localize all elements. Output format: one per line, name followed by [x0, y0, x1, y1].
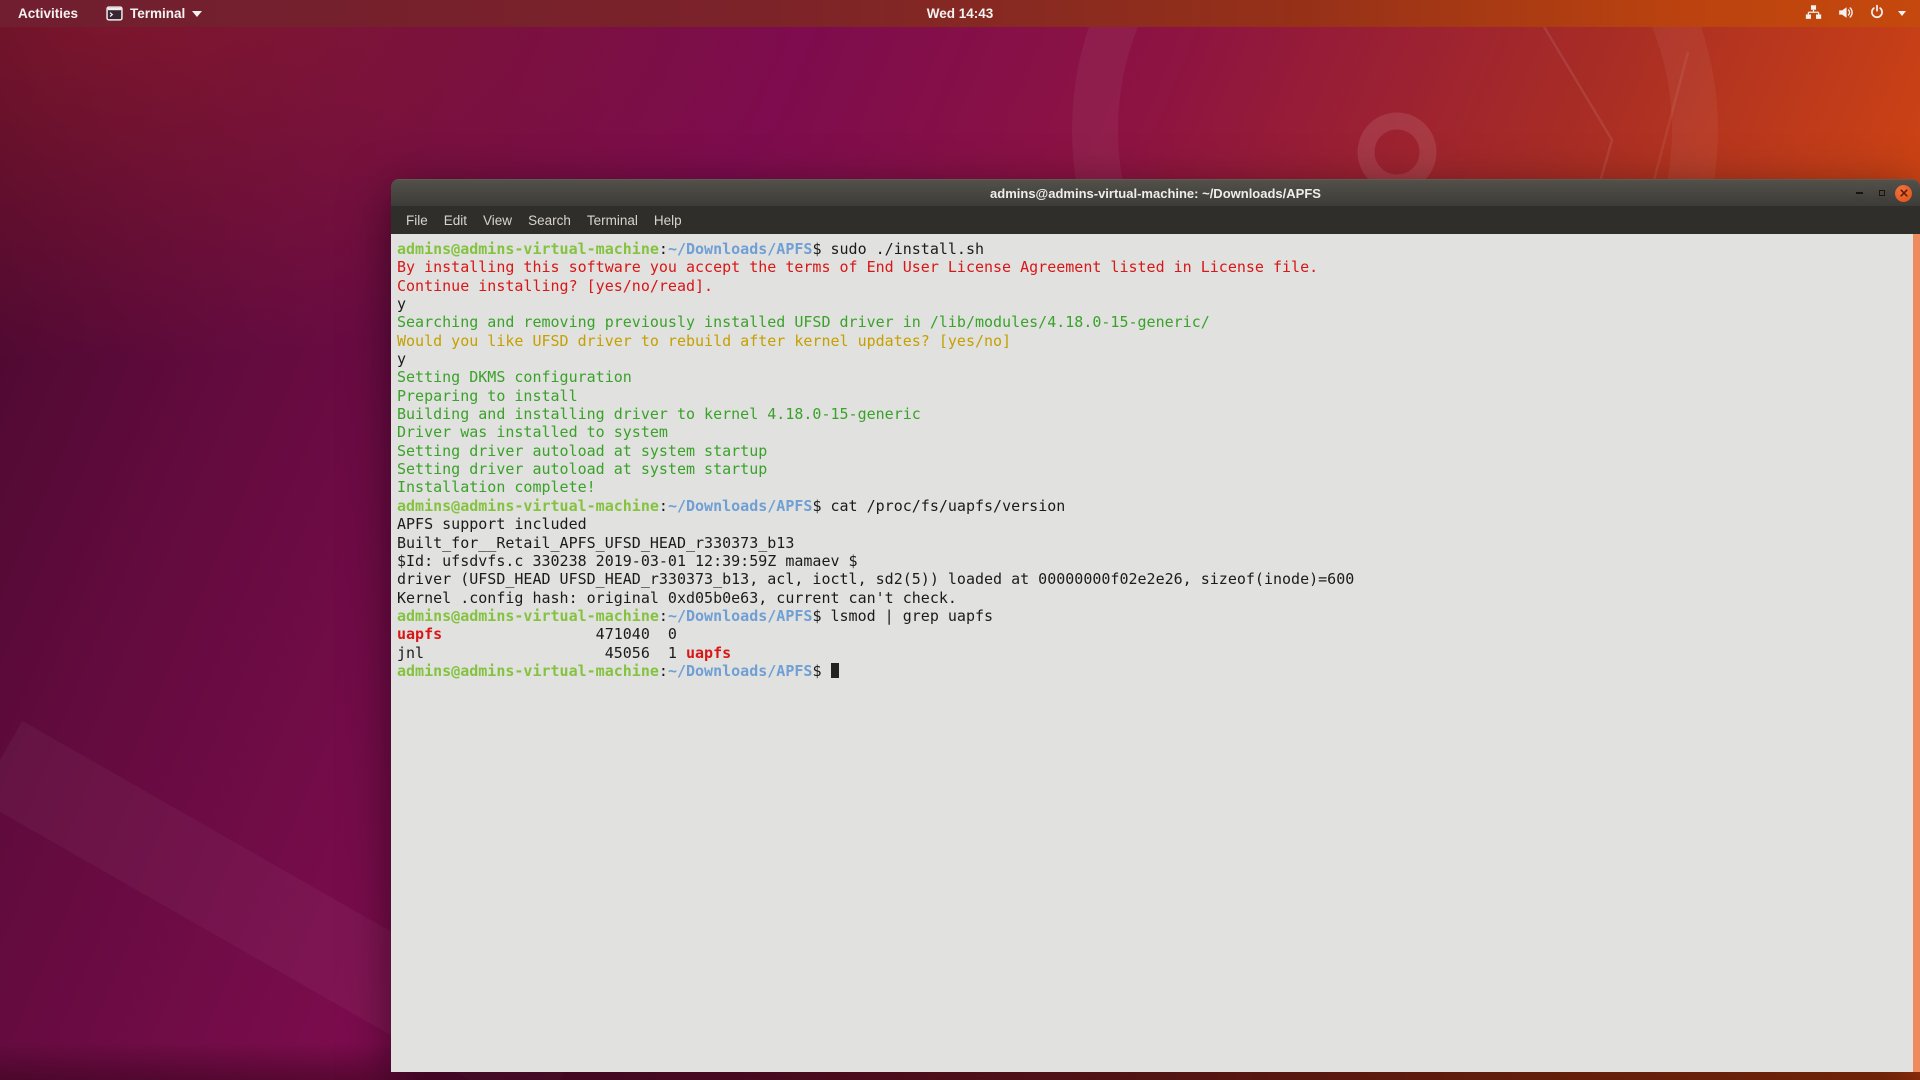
minimize-button[interactable]: [1851, 184, 1868, 202]
menu-file[interactable]: File: [398, 213, 436, 228]
maximize-icon: [1878, 190, 1885, 196]
menu-edit[interactable]: Edit: [436, 213, 475, 228]
terminal-line: Would you like UFSD driver to rebuild af…: [397, 331, 1012, 350]
terminal-line: Built_for__Retail_APFS_UFSD_HEAD_r330373…: [397, 533, 795, 552]
terminal-line: Kernel .config hash: original 0xd05b0e63…: [397, 588, 957, 607]
terminal-line: driver (UFSD_HEAD UFSD_HEAD_r330373_b13,…: [397, 570, 1355, 589]
close-icon: [1899, 189, 1908, 197]
menu-view[interactable]: View: [475, 213, 520, 228]
minimize-icon: [1856, 192, 1863, 194]
chevron-down-icon: [1898, 11, 1906, 16]
terminal-screen[interactable]: admins@admins-virtual-machine:~/Download…: [391, 234, 1920, 1072]
terminal-line: y: [397, 350, 407, 369]
terminal-cursor: [830, 662, 839, 678]
terminal-line: APFS support included: [397, 515, 587, 534]
window-title: admins@admins-virtual-machine: ~/Downloa…: [990, 185, 1321, 201]
terminal-line: admins@admins-virtual-machine:~/Download…: [397, 606, 994, 625]
terminal-line: Setting driver autoload at system startu…: [397, 460, 768, 479]
power-icon: [1869, 4, 1885, 23]
system-status-area[interactable]: [1791, 0, 1920, 27]
terminal-line: Continue installing? [yes/no/read].: [397, 276, 714, 295]
terminal-line: admins@admins-virtual-machine:~/Download…: [397, 240, 985, 258]
menu-terminal[interactable]: Terminal: [579, 213, 646, 228]
close-button[interactable]: [1895, 184, 1912, 202]
app-menu-label: Terminal: [130, 6, 186, 21]
terminal-line: Setting driver autoload at system startu…: [397, 441, 768, 460]
terminal-line: admins@admins-virtual-machine:~/Download…: [397, 496, 1066, 515]
terminal-line: $Id: ufsdvfs.c 330238 2019-03-01 12:39:5…: [397, 551, 858, 570]
terminal-line: y: [397, 295, 407, 314]
terminal-line: Driver was installed to system: [397, 423, 668, 442]
window-titlebar[interactable]: admins@admins-virtual-machine: ~/Downloa…: [391, 179, 1920, 206]
terminal-line: admins@admins-virtual-machine:~/Download…: [397, 662, 1906, 680]
menu-search[interactable]: Search: [520, 213, 579, 228]
menu-help[interactable]: Help: [646, 213, 690, 228]
network-icon: [1805, 4, 1822, 24]
terminal-line: Installation complete!: [397, 478, 596, 497]
terminal-line: Setting DKMS configuration: [397, 368, 632, 387]
terminal-line: Searching and removing previously instal…: [397, 313, 1210, 332]
terminal-line: By installing this software you accept t…: [397, 258, 1319, 277]
chevron-down-icon: [192, 10, 203, 17]
menu-bar: File Edit View Search Terminal Help: [391, 206, 1920, 234]
activities-button[interactable]: Activities: [0, 0, 96, 27]
app-menu-terminal[interactable]: Terminal: [96, 0, 212, 27]
terminal-scrollbar[interactable]: [1913, 234, 1920, 1072]
terminal-output: admins@admins-virtual-machine:~/Download…: [397, 240, 1906, 680]
terminal-line: Preparing to install: [397, 386, 578, 405]
terminal-line: uapfs 471040 0: [397, 625, 677, 644]
terminal-line: jnl 45056 1 uapfs: [397, 643, 732, 662]
top-bar: Activities Terminal Wed 14:43: [0, 0, 1920, 27]
clock[interactable]: Wed 14:43: [927, 6, 994, 21]
terminal-window: admins@admins-virtual-machine: ~/Downloa…: [391, 179, 1920, 1072]
volume-icon: [1837, 4, 1854, 24]
terminal-line: Building and installing driver to kernel…: [397, 405, 921, 424]
terminal-icon: [106, 5, 123, 22]
maximize-button[interactable]: [1873, 184, 1890, 202]
